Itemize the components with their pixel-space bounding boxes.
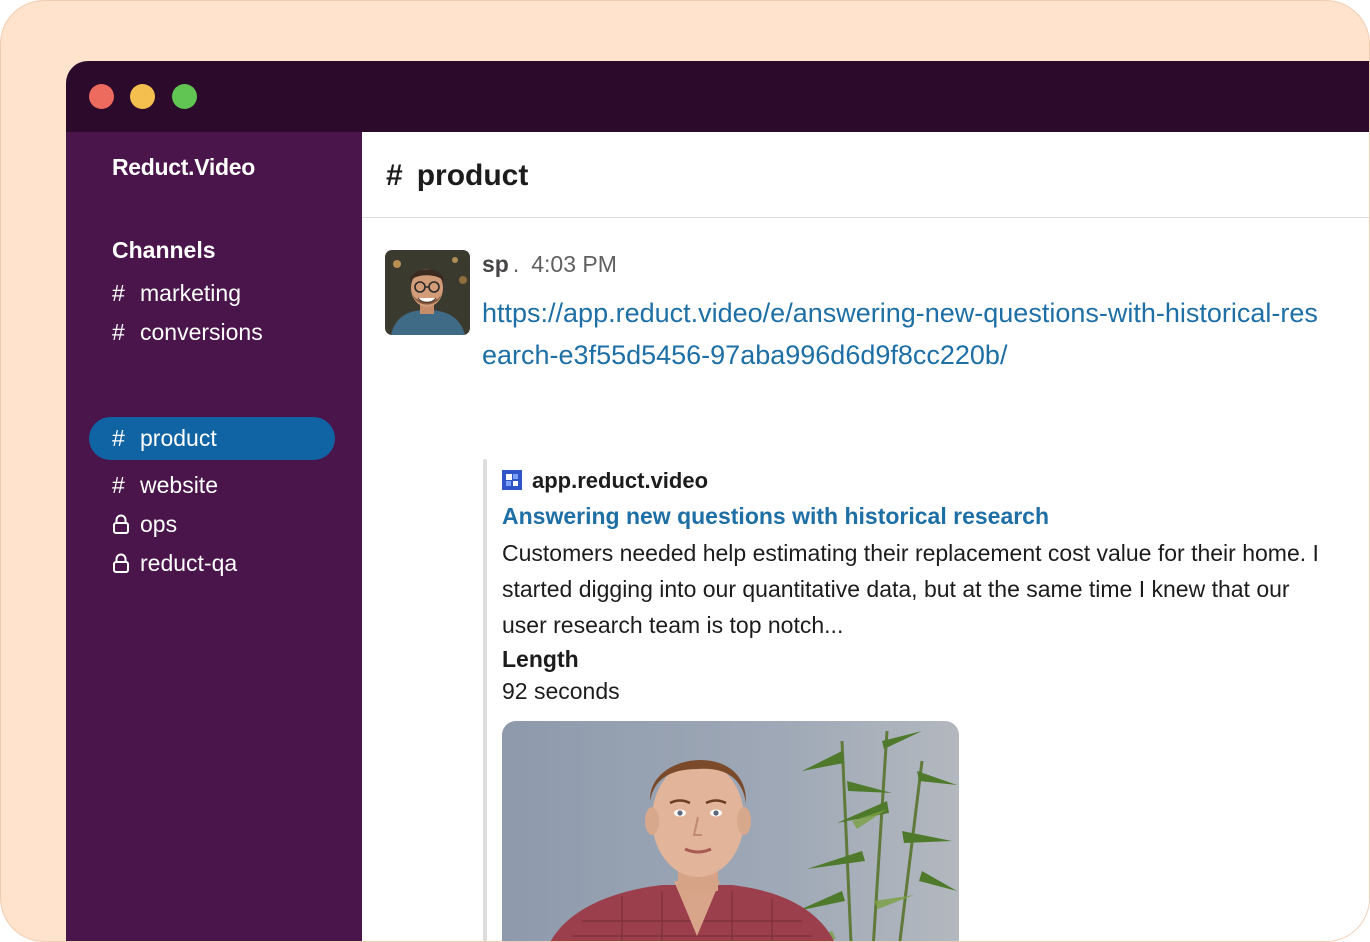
sidebar-channel-product[interactable]: # product bbox=[89, 417, 335, 460]
channel-label: reduct-qa bbox=[140, 550, 238, 576]
minimize-window-button[interactable] bbox=[130, 84, 155, 109]
preview-title-link[interactable]: Answering new questions with historical … bbox=[502, 503, 1049, 530]
channel-label: marketing bbox=[140, 280, 241, 306]
hash-icon: # bbox=[112, 425, 125, 451]
sidebar-channel-website[interactable]: # website bbox=[112, 466, 218, 504]
channel-title-name: product bbox=[416, 159, 529, 192]
reduct-logo-icon bbox=[502, 470, 522, 490]
title-bar bbox=[66, 61, 1369, 132]
preview-field-value: 92 seconds bbox=[502, 678, 620, 704]
channel-title[interactable]: # product bbox=[386, 159, 528, 193]
sidebar-channel-reduct-qa[interactable]: reduct-qa bbox=[112, 544, 237, 582]
preview-site: app.reduct.video bbox=[502, 468, 708, 494]
preview-site-name: app.reduct.video bbox=[532, 468, 709, 493]
hash-icon: # bbox=[112, 472, 125, 498]
message-meta: sp. 4:03 PM bbox=[482, 251, 617, 278]
message-link[interactable]: https://app.reduct.video/e/answering-new… bbox=[482, 292, 1332, 376]
lock-icon bbox=[112, 514, 140, 534]
channels-heading[interactable]: Channels bbox=[112, 237, 216, 264]
sidebar-channel-marketing[interactable]: # marketing bbox=[112, 274, 241, 312]
video-thumbnail[interactable] bbox=[502, 721, 959, 941]
sidebar: Reduct.Video Channels # marketing # conver… bbox=[66, 132, 362, 941]
message-author[interactable]: sp bbox=[482, 251, 509, 277]
lock-icon bbox=[112, 553, 140, 573]
page-frame: Reduct.Video Channels # marketing # conver… bbox=[0, 0, 1370, 942]
hash-icon: # bbox=[386, 159, 403, 192]
channel-label: website bbox=[140, 472, 218, 498]
close-window-button[interactable] bbox=[89, 84, 114, 109]
preview-accent-bar bbox=[483, 459, 487, 941]
sidebar-channel-ops[interactable]: ops bbox=[112, 505, 177, 543]
channel-label: conversions bbox=[140, 319, 263, 345]
channel-label: product bbox=[140, 425, 217, 451]
hash-icon: # bbox=[112, 280, 125, 306]
hash-icon: # bbox=[112, 319, 125, 345]
channel-view: # product sp . 4:03 PM https://app.reduc… bbox=[362, 132, 1369, 941]
workspace-name[interactable]: Reduct.Video bbox=[112, 154, 255, 181]
channel-label: ops bbox=[140, 511, 178, 537]
sidebar-channel-conversions[interactable]: # conversions bbox=[112, 313, 263, 351]
preview-description: Customers needed help estimating their r… bbox=[502, 540, 1319, 638]
preview-field-label: Length bbox=[502, 646, 579, 672]
maximize-window-button[interactable] bbox=[172, 84, 197, 109]
avatar[interactable] bbox=[385, 250, 470, 335]
message-timestamp[interactable]: 4:03 PM bbox=[531, 251, 617, 277]
link-preview: app.reduct.video Answering new questions… bbox=[483, 459, 1343, 941]
meta-separator: . bbox=[512, 251, 520, 277]
channel-header: # product bbox=[362, 132, 1369, 218]
app-window: Reduct.Video Channels # marketing # conver… bbox=[66, 61, 1369, 941]
